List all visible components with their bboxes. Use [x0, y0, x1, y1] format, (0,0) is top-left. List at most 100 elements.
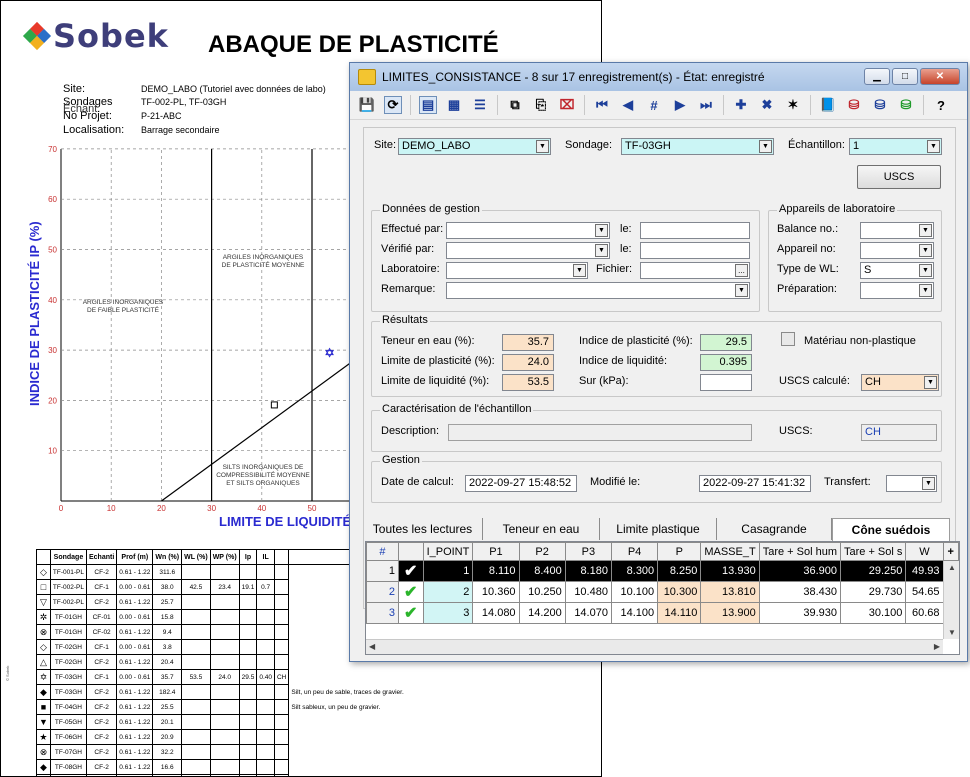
grid-cell[interactable]: 60.68 [905, 602, 944, 624]
grid-view-icon[interactable]: ▦ [445, 96, 463, 114]
grid-cell[interactable]: 8.110 [472, 560, 520, 582]
grid-cell[interactable]: 13.930 [700, 560, 760, 582]
effectue-select[interactable]: ▼ [446, 222, 610, 239]
grid-col-header[interactable]: Tare + Sol hum [758, 542, 842, 561]
grid-col-header[interactable]: P [657, 542, 702, 561]
verifie-select[interactable]: ▼ [446, 242, 610, 259]
grid-cell[interactable]: 29.250 [839, 560, 907, 582]
grid-cell[interactable]: 14.100 [610, 602, 659, 624]
grid-cell[interactable]: 39.930 [758, 602, 842, 624]
sur-input[interactable] [700, 374, 752, 391]
database-red-icon[interactable]: ⛁ [845, 96, 863, 114]
effectue-date-input[interactable] [640, 222, 750, 239]
goto-record-icon[interactable]: # [645, 96, 663, 114]
maximize-button[interactable]: □ [892, 68, 918, 85]
grid-cell[interactable]: 8.250 [657, 560, 702, 582]
book-icon[interactable]: 📘 [819, 96, 837, 114]
dropdown-arrow-icon[interactable]: ▼ [595, 224, 608, 237]
grid-col-header[interactable]: P1 [472, 542, 520, 561]
last-record-icon[interactable]: ⏭ [697, 96, 715, 114]
grid-cell[interactable]: 14.070 [564, 602, 612, 624]
dropdown-arrow-icon[interactable]: ▼ [536, 140, 549, 153]
dropdown-arrow-icon[interactable]: ▼ [919, 224, 932, 237]
database-blue-icon[interactable]: ⛁ [871, 96, 889, 114]
grid-col-header[interactable]: I_POINT [422, 542, 474, 561]
dropdown-arrow-icon[interactable]: ▼ [919, 244, 932, 257]
teneur-input[interactable]: 35.7 [502, 334, 554, 351]
echantillon-select[interactable]: 1 ▼ [849, 138, 942, 155]
grid-cell[interactable]: 30.100 [839, 602, 907, 624]
add-record-icon[interactable]: ✚ [732, 96, 750, 114]
description-input[interactable] [448, 424, 752, 441]
grid-cell[interactable]: 2 [422, 581, 474, 603]
uscs-calc-select[interactable]: CH ▼ [861, 374, 939, 391]
grid-col-header[interactable]: Tare + Sol s [839, 542, 907, 561]
title-bar[interactable]: LIMITES_CONSISTANCE - 8 sur 17 enregistr… [350, 63, 967, 91]
dropdown-arrow-icon[interactable]: ▼ [573, 264, 586, 277]
type-wl-select[interactable]: S ▼ [860, 262, 934, 279]
date-calcul-input[interactable]: 2022-09-27 15:48:52 [465, 475, 577, 492]
horizontal-scrollbar[interactable]: ◀ ▶ [366, 639, 943, 654]
row-number[interactable]: 3 [366, 602, 399, 624]
refresh-icon[interactable]: ⟳ [384, 96, 402, 114]
scroll-left-icon[interactable]: ◀ [369, 642, 375, 651]
help-icon[interactable]: ? [932, 96, 950, 114]
grid-row[interactable]: 2 ✔ 2 10.360 10.250 10.480 10.100 10.300 13.810 3… [366, 581, 959, 603]
row-number[interactable]: 2 [366, 581, 399, 603]
save-icon[interactable]: 💾 [358, 96, 376, 114]
grid-cell[interactable]: 10.250 [518, 581, 566, 603]
db-delete-icon[interactable]: ⌧ [558, 96, 576, 114]
next-record-icon[interactable]: ▶ [671, 96, 689, 114]
verifie-date-input[interactable] [640, 242, 750, 259]
grid-cell[interactable]: 10.100 [610, 581, 659, 603]
tab-toutes-lectures[interactable]: Toutes les lectures [363, 518, 483, 540]
tab-limite-plastique[interactable]: Limite plastique [600, 518, 717, 540]
grid-row[interactable]: 3 ✔ 3 14.080 14.200 14.070 14.100 14.110 13.900 3… [366, 602, 959, 624]
dropdown-arrow-icon[interactable]: ▼ [735, 284, 748, 297]
tab-casagrande[interactable]: Casagrande [717, 518, 832, 540]
close-button[interactable]: ✕ [920, 68, 960, 85]
sondage-select[interactable]: TF-03GH ▼ [621, 138, 774, 155]
db-copy-icon[interactable]: ⧉ [506, 96, 524, 114]
balance-select[interactable]: ▼ [860, 222, 934, 239]
grid-cell[interactable]: 8.300 [610, 560, 659, 582]
grid-cell[interactable]: 10.480 [564, 581, 612, 603]
grid-cell[interactable]: 10.360 [472, 581, 520, 603]
grid-cell[interactable]: 8.180 [564, 560, 612, 582]
preparation-select[interactable]: ▼ [860, 282, 934, 299]
grid-cell[interactable]: 3 [422, 602, 474, 624]
transfert-select[interactable]: ▼ [886, 475, 937, 492]
dropdown-arrow-icon[interactable]: ▼ [927, 140, 940, 153]
clear-icon[interactable]: ✶ [784, 96, 802, 114]
database-green-icon[interactable]: ⛁ [897, 96, 915, 114]
delete-record-icon[interactable]: ✖ [758, 96, 776, 114]
grid-cell[interactable]: 14.200 [518, 602, 566, 624]
appareil-select[interactable]: ▼ [860, 242, 934, 259]
grid-col-header[interactable]: P2 [518, 542, 566, 561]
scroll-right-icon[interactable]: ▶ [934, 642, 940, 651]
dropdown-arrow-icon[interactable]: ▼ [919, 284, 932, 297]
grid-col-header[interactable]: P3 [564, 542, 612, 561]
laboratoire-select[interactable]: ▼ [446, 262, 588, 279]
scroll-down-icon[interactable]: ▼ [948, 628, 956, 637]
grid-cell[interactable]: 29.730 [839, 581, 907, 603]
ip-input[interactable]: 29.5 [700, 334, 752, 351]
grid-cell[interactable]: 49.93 [905, 560, 944, 582]
grid-cell[interactable]: 38.430 [758, 581, 842, 603]
il-input[interactable]: 0.395 [700, 354, 752, 371]
tab-teneur-eau[interactable]: Teneur en eau [483, 518, 600, 540]
scroll-up-icon[interactable]: ▲ [948, 563, 956, 572]
dropdown-arrow-icon[interactable]: ▼ [595, 244, 608, 257]
grid-cell[interactable]: 54.65 [905, 581, 944, 603]
non-plastique-checkbox[interactable] [781, 332, 795, 346]
vertical-scrollbar[interactable]: ▲ ▼ [943, 561, 959, 639]
grid-cell[interactable]: 14.080 [472, 602, 520, 624]
db-paste-icon[interactable]: ⎘ [532, 96, 550, 114]
grid-cell[interactable]: 10.300 [657, 581, 702, 603]
tab-cone-suedois[interactable]: Cône suédois [832, 518, 950, 541]
grid-cell[interactable]: 13.900 [700, 602, 760, 624]
grid-row[interactable]: 1 ✔ 1 8.110 8.400 8.180 8.300 8.250 13.930 36.900… [366, 560, 959, 582]
add-column-button[interactable]: + [942, 542, 959, 561]
grid-cell[interactable]: 13.810 [700, 581, 760, 603]
lp-input[interactable]: 24.0 [502, 354, 554, 371]
